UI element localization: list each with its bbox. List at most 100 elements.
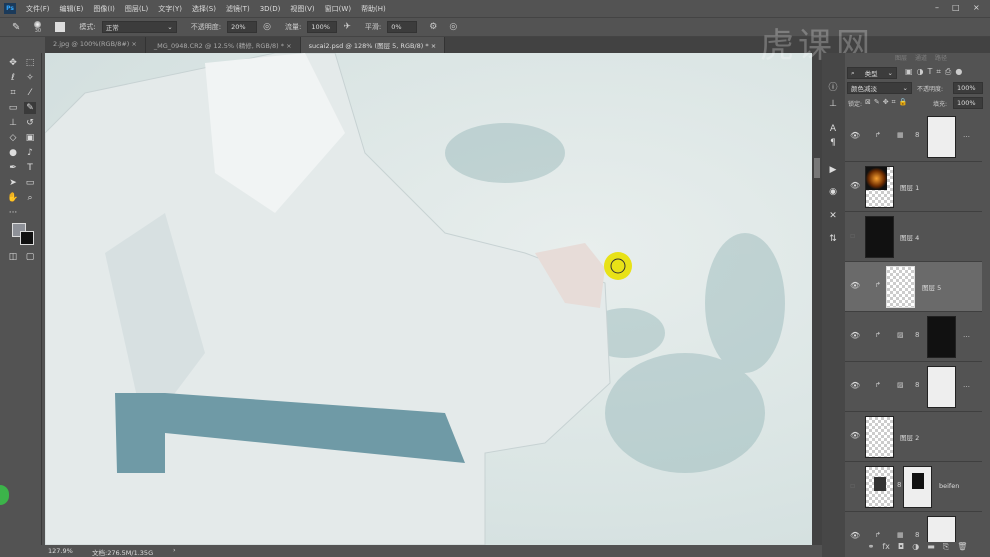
pen-icon[interactable]: ✒: [7, 162, 19, 174]
close-icon[interactable]: ×: [131, 40, 136, 48]
quick-mask-icon[interactable]: ◫: [7, 251, 19, 263]
layer-name[interactable]: 图层 1: [900, 182, 919, 192]
screen-mode-icon[interactable]: ▢: [24, 251, 36, 263]
zoom-icon[interactable]: ⌕: [24, 192, 36, 204]
menu-edit[interactable]: 编辑(E): [60, 4, 84, 14]
menu-window[interactable]: 窗口(W): [325, 4, 351, 14]
fx-icon[interactable]: fx: [882, 542, 890, 557]
magic-wand-icon[interactable]: ✧: [24, 72, 36, 84]
menu-3d[interactable]: 3D(D): [260, 5, 281, 13]
layer-row[interactable]: 👁 ↱ ▦ 8: [845, 512, 982, 542]
blend-mode-select[interactable]: 颜色减淡 ⌄: [847, 82, 912, 94]
tab-2jpg[interactable]: 2.jpg @ 100%(RGB/8#) ×: [45, 37, 146, 53]
close-icon[interactable]: ×: [431, 42, 436, 50]
new-layer-icon[interactable]: ⎘: [943, 542, 949, 557]
healing-brush-icon[interactable]: ▭: [7, 102, 19, 114]
eye-icon[interactable]: 👁: [850, 331, 860, 340]
close-icon[interactable]: ×: [286, 42, 291, 50]
type-tool-icon[interactable]: T: [24, 162, 36, 174]
visibility-off-box[interactable]: ▫: [850, 481, 855, 490]
lasso-tool-icon[interactable]: ℓ: [7, 72, 19, 84]
crop-tool-icon[interactable]: ⌗: [7, 87, 19, 99]
info-icon[interactable]: ⓘ: [827, 82, 839, 94]
tab-sucai2[interactable]: sucai2.psd @ 128% (图层 5, RGB/8) * ×: [300, 37, 446, 53]
tab-channels[interactable]: 通道: [915, 53, 927, 64]
layer-row-selected[interactable]: 👁 ↱ 图层 5: [845, 262, 982, 312]
layer-row[interactable]: 👁 ↱ ▦ 8 …: [845, 112, 982, 162]
rectangle-icon[interactable]: ▭: [24, 177, 36, 189]
color-wheel-icon[interactable]: ◉: [827, 186, 839, 198]
brush-panel-icon[interactable]: [55, 22, 66, 32]
chevron-right-icon[interactable]: ›: [173, 546, 176, 554]
menu-select[interactable]: 选择(S): [192, 4, 216, 14]
group-folder-icon[interactable]: ▬: [927, 542, 935, 557]
paragraph-icon[interactable]: ¶: [827, 137, 839, 149]
opacity-input[interactable]: 20%: [227, 21, 258, 33]
pressure-size-icon[interactable]: ◎: [449, 22, 457, 32]
lock-icons[interactable]: ⊠✎✥⌗🔒: [865, 98, 910, 107]
filter-icons[interactable]: ▣◑T⌗⎙●: [905, 67, 966, 77]
menu-layer[interactable]: 图层(L): [125, 4, 148, 14]
more-tools-icon[interactable]: ···: [7, 207, 19, 219]
layer-row[interactable]: 👁 ↱ ▨ 8 …: [845, 312, 982, 362]
gradient-icon[interactable]: ▣: [24, 132, 36, 144]
scroll-thumb[interactable]: [814, 158, 820, 178]
adjustment-layer-icon[interactable]: ◑: [912, 542, 919, 557]
menu-image[interactable]: 图像(I): [93, 4, 115, 14]
zoom-level[interactable]: 127.9%: [48, 547, 73, 555]
eye-icon[interactable]: 👁: [850, 131, 860, 140]
add-mask-icon[interactable]: ◘: [898, 542, 904, 557]
document-canvas[interactable]: [45, 53, 812, 545]
eyedropper-icon[interactable]: ⁄: [24, 87, 36, 99]
layer-opacity-input[interactable]: 100%: [953, 82, 983, 94]
character-icon[interactable]: A: [827, 123, 839, 135]
layer-filter-select[interactable]: ⌕ 类型 ⌄: [847, 67, 897, 79]
smoothing-input[interactable]: 0%: [387, 21, 418, 33]
minimize-button[interactable]: –: [935, 3, 939, 12]
airbrush-icon[interactable]: ✈: [343, 22, 351, 32]
tab-mg0948[interactable]: _MG_0948.CR2 @ 12.5% (精修, RGB/8) * ×: [146, 37, 301, 53]
menu-help[interactable]: 帮助(H): [361, 4, 386, 14]
eye-icon[interactable]: 👁: [850, 281, 860, 290]
eye-icon[interactable]: 👁: [850, 381, 860, 390]
layer-name[interactable]: beifen: [939, 482, 959, 490]
brush-tool-icon[interactable]: ✎: [24, 102, 36, 114]
layer-row[interactable]: ▫ 图层 4: [845, 212, 982, 262]
layer-row[interactable]: 👁 ↱ ▨ 8 …: [845, 362, 982, 412]
clone-source-icon[interactable]: ⊥: [827, 98, 839, 110]
link-layers-icon[interactable]: ⚭: [868, 542, 875, 557]
history-brush-icon[interactable]: ↺: [24, 117, 36, 129]
menu-view[interactable]: 视图(V): [290, 4, 314, 14]
close-button[interactable]: ×: [973, 3, 980, 12]
eraser-icon[interactable]: ◇: [7, 132, 19, 144]
menu-file[interactable]: 文件(F): [26, 4, 50, 14]
hand-icon[interactable]: ✋: [7, 192, 19, 204]
swap-icon[interactable]: ⇅: [827, 233, 839, 245]
layer-row[interactable]: ▫ 8 beifen: [845, 462, 982, 512]
layer-row[interactable]: 👁 图层 2: [845, 412, 982, 462]
background-color[interactable]: [20, 231, 34, 245]
move-tool-icon[interactable]: ✥: [7, 57, 19, 69]
actions-play-icon[interactable]: ▶: [827, 164, 839, 176]
brush-tool-icon[interactable]: ✎: [12, 22, 20, 33]
tools-x-icon[interactable]: ✕: [827, 210, 839, 222]
eye-icon[interactable]: 👁: [850, 431, 860, 440]
mode-select[interactable]: 正常 ⌄: [101, 21, 177, 33]
fill-input[interactable]: 100%: [953, 97, 983, 109]
tab-paths[interactable]: 路径: [935, 53, 947, 64]
maximize-button[interactable]: □: [952, 3, 960, 12]
visibility-off-box[interactable]: ▫: [850, 231, 855, 240]
pressure-opacity-icon[interactable]: ◎: [263, 22, 271, 32]
dodge-icon[interactable]: ♪: [24, 147, 36, 159]
marquee-tool-icon[interactable]: ⬚: [24, 57, 36, 69]
eye-icon[interactable]: 👁: [850, 531, 860, 540]
menu-filter[interactable]: 滤镜(T): [226, 4, 250, 14]
brush-preset-picker[interactable]: 30: [34, 20, 42, 34]
vertical-scrollbar[interactable]: [812, 53, 822, 545]
stamp-tool-icon[interactable]: ⊥: [7, 117, 19, 129]
tab-layers[interactable]: 图层: [895, 53, 907, 64]
gear-icon[interactable]: ⚙: [429, 22, 437, 32]
eye-icon[interactable]: 👁: [850, 181, 860, 190]
layer-name[interactable]: 图层 2: [900, 432, 919, 442]
blur-icon[interactable]: ●: [7, 147, 19, 159]
